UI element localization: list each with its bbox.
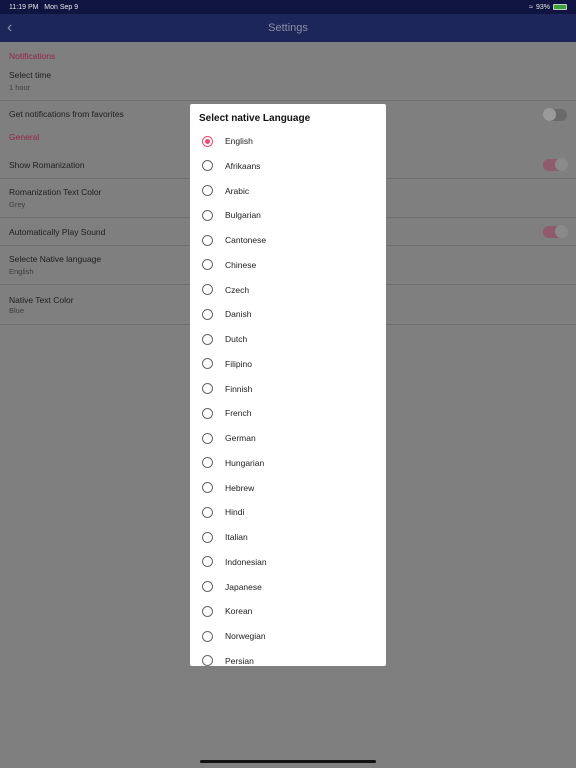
radio-icon[interactable] — [202, 333, 213, 345]
battery-percent: 93% — [535, 3, 550, 11]
status-date: Mon Sep 9 — [44, 3, 79, 11]
section-notifications: Notifications — [9, 51, 56, 61]
radio-icon[interactable] — [202, 407, 213, 419]
radio-icon[interactable] — [202, 308, 213, 320]
radio-icon[interactable] — [202, 160, 213, 172]
battery-icon — [553, 4, 567, 10]
setting-label: Select time — [9, 70, 52, 80]
radio-icon[interactable] — [202, 556, 213, 568]
radio-icon[interactable] — [202, 383, 213, 394]
language-label: Dutch — [225, 334, 248, 344]
language-label: Italian — [225, 532, 248, 542]
radio-icon[interactable] — [202, 605, 213, 617]
language-option[interactable]: Korean — [190, 599, 386, 623]
romanization-toggle[interactable] — [543, 158, 568, 171]
language-label: Japanese — [225, 581, 262, 592]
language-label: German — [225, 433, 256, 443]
nav-bar: ‹ Settings — [0, 14, 576, 42]
language-option[interactable]: Chinese — [190, 253, 386, 277]
setting-value: Grey — [9, 200, 26, 209]
dialog-title: Select native Language — [199, 113, 311, 124]
language-option[interactable]: Filipino — [190, 352, 386, 376]
language-option[interactable]: Hebrew — [190, 476, 386, 500]
radio-icon[interactable] — [202, 531, 213, 543]
language-dialog: Select native Language English Afrikaans A… — [190, 104, 386, 666]
language-label: Czech — [225, 284, 250, 295]
status-time: 11:19 PM — [9, 3, 39, 11]
language-option[interactable]: Hungarian — [190, 451, 386, 475]
language-option[interactable]: Finnish — [190, 377, 386, 401]
language-option[interactable]: German — [190, 426, 386, 450]
language-option[interactable]: French — [190, 401, 386, 425]
language-option[interactable]: Norwegian — [190, 624, 386, 648]
language-label: Persian — [225, 655, 254, 666]
favorites-toggle[interactable] — [543, 108, 567, 121]
setting-label: Native Text Color — [9, 295, 74, 305]
radio-icon[interactable] — [202, 630, 213, 642]
language-option[interactable]: Danish — [190, 302, 386, 326]
language-label: Korean — [225, 606, 253, 617]
radio-icon[interactable] — [202, 135, 213, 147]
home-indicator — [200, 760, 376, 763]
language-label: Norwegian — [225, 631, 266, 641]
radio-icon[interactable] — [202, 234, 213, 246]
auto-play-toggle[interactable] — [543, 225, 568, 238]
language-label: Chinese — [225, 259, 257, 270]
language-label: Afrikaans — [225, 160, 261, 171]
language-option[interactable]: Japanese — [190, 575, 386, 599]
language-option[interactable]: Bulgarian — [190, 203, 386, 227]
radio-icon[interactable] — [202, 457, 213, 469]
language-option[interactable]: Italian — [190, 525, 386, 549]
language-option[interactable]: Persian — [190, 649, 386, 666]
setting-value: Blue — [9, 306, 25, 315]
language-label: Cantonese — [225, 235, 267, 245]
setting-select-time[interactable]: Select time 1 hour — [0, 66, 576, 101]
language-label: Filipino — [225, 358, 252, 369]
language-option[interactable]: Hindi — [190, 500, 386, 524]
radio-icon[interactable] — [202, 581, 213, 592]
language-option[interactable]: Indonesian — [190, 550, 386, 574]
setting-label: Show Romanization — [9, 160, 85, 170]
setting-value: English — [9, 267, 34, 276]
language-label: Arabic — [225, 185, 250, 196]
language-label: French — [225, 408, 252, 419]
language-label: Bulgarian — [225, 210, 261, 221]
radio-icon[interactable] — [202, 358, 213, 370]
radio-icon[interactable] — [202, 432, 213, 444]
language-option[interactable]: Afrikaans — [190, 154, 386, 178]
language-label: Hindi — [225, 507, 245, 518]
status-bar: 11:19 PM Mon Sep 9 ≈93% — [0, 0, 576, 14]
language-option[interactable]: Czech — [190, 278, 386, 302]
language-label: Hungarian — [225, 457, 265, 468]
language-option[interactable]: Dutch — [190, 327, 386, 351]
radio-icon[interactable] — [202, 209, 213, 221]
language-option[interactable]: Arabic — [190, 179, 386, 203]
radio-icon[interactable] — [202, 259, 213, 271]
back-chevron-icon[interactable]: ‹ — [7, 19, 12, 37]
setting-label: Selecte Native language — [9, 254, 102, 264]
radio-icon[interactable] — [202, 284, 213, 295]
language-option[interactable]: Cantonese — [190, 228, 386, 252]
language-option[interactable]: English — [190, 129, 386, 153]
setting-label: Romanization Text Color — [9, 187, 102, 197]
setting-value: 1 hour — [9, 83, 31, 92]
radio-icon[interactable] — [202, 506, 213, 518]
radio-icon[interactable] — [202, 482, 213, 493]
language-label: Danish — [225, 309, 252, 320]
wifi-icon: ≈ — [529, 3, 533, 11]
language-label: Finnish — [225, 383, 253, 394]
setting-label: Get notifications from favorites — [9, 109, 124, 119]
language-label: Indonesian — [225, 556, 267, 567]
page-title: Settings — [268, 22, 308, 34]
language-label: English — [225, 136, 253, 146]
radio-icon[interactable] — [202, 185, 213, 196]
setting-label: Automatically Play Sound — [9, 227, 106, 237]
radio-icon[interactable] — [202, 655, 213, 666]
language-label: Hebrew — [225, 482, 255, 493]
section-general: General — [9, 132, 40, 142]
